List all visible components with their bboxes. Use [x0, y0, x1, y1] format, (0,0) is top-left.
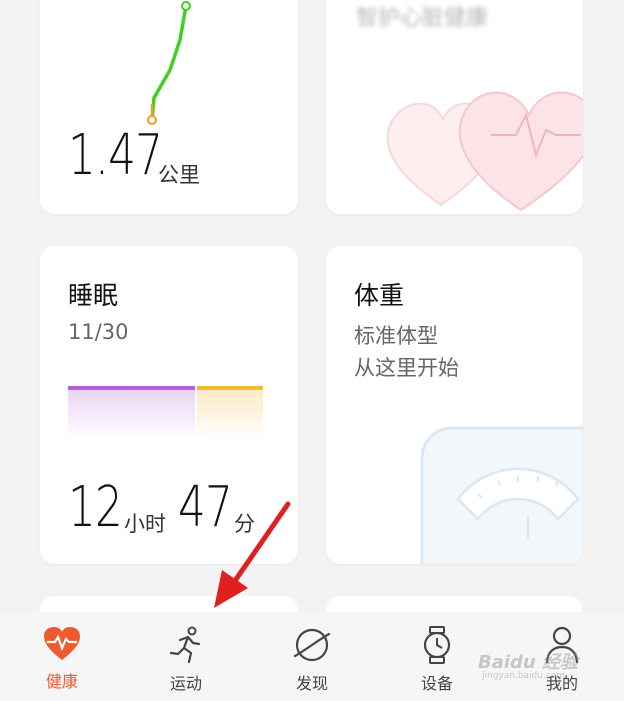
bottom-nav: 健康 运动 发现 设备 我的	[0, 612, 624, 701]
heart-card-title: 智护心脏健康	[356, 6, 489, 31]
sleep-hours-unit: 小时	[124, 512, 166, 536]
route-map-line	[147, 1, 191, 125]
sleep-date: 11/30	[68, 320, 129, 344]
nav-health[interactable]: 健康	[10, 612, 114, 701]
scale-illustration-icon	[420, 426, 583, 564]
sleep-title: 睡眠	[68, 281, 119, 310]
planet-icon	[293, 628, 331, 662]
nav-devices[interactable]: 设备	[385, 612, 489, 701]
heart-health-card[interactable]: 智护心脏健康	[326, 0, 583, 214]
nav-discover-label: 发现	[295, 674, 328, 693]
sleep-hours-value: 12	[68, 475, 123, 540]
heart-pulse-icon	[44, 627, 80, 660]
weight-subtitle-line1: 标准体型	[354, 324, 438, 348]
sleep-minutes-unit: 分	[234, 512, 255, 536]
person-icon	[545, 626, 579, 664]
weight-title: 体重	[354, 281, 405, 310]
nav-me[interactable]: 我的	[510, 612, 614, 701]
sleep-deep-bar	[68, 386, 195, 440]
watch-icon	[423, 626, 451, 664]
nav-me-label: 我的	[545, 674, 578, 693]
nav-health-label: 健康	[45, 672, 78, 691]
nav-exercise[interactable]: 运动	[134, 612, 238, 701]
sleep-minutes-value: 47	[178, 475, 233, 540]
nav-devices-label: 设备	[420, 674, 453, 693]
running-icon	[169, 626, 201, 664]
distance-value: 1.47	[68, 123, 163, 188]
weight-card[interactable]: 体重 标准体型 从这里开始	[326, 246, 583, 564]
weight-subtitle-line2: 从这里开始	[354, 356, 459, 380]
nav-discover[interactable]: 发现	[260, 612, 364, 701]
distance-card[interactable]: 1.47 公里	[40, 0, 298, 214]
sleep-light-bar	[197, 386, 263, 440]
nav-exercise-label: 运动	[169, 674, 202, 693]
sleep-stage-chart	[68, 386, 263, 440]
heart-illustration-icon	[386, 91, 583, 212]
sleep-card[interactable]: 睡眠 11/30 12 小时 47 分	[40, 246, 298, 564]
distance-unit: 公里	[158, 163, 200, 187]
